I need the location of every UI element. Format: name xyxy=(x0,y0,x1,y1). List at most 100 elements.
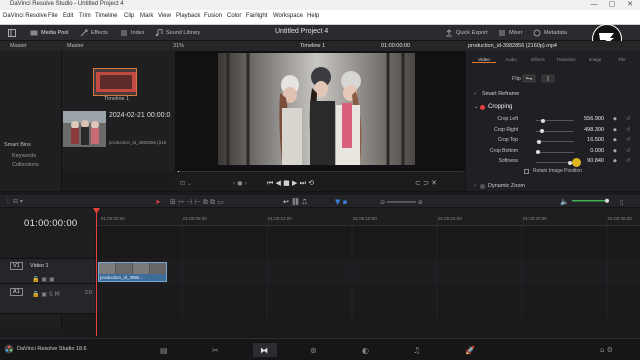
crop-row: Crop Right 498.300 ◆ ↺ xyxy=(466,127,640,136)
track-a1-controls-icon[interactable]: 🔒 ▣ S M xyxy=(32,289,72,297)
cropping-enabled-dot[interactable] xyxy=(480,105,485,110)
dynamic-zoom-dot[interactable] xyxy=(480,184,485,189)
svg-text:⊂ ⊃ ✕: ⊂ ⊃ ✕ xyxy=(415,179,437,187)
crop-row-slider-knob[interactable] xyxy=(536,150,540,154)
keyframe-icon[interactable]: ◆ xyxy=(613,127,617,133)
quick-export-button[interactable]: Quick Export xyxy=(445,28,487,38)
metadata-button[interactable]: Metadata xyxy=(533,28,567,38)
dynamic-zoom-label[interactable]: Dynamic Zoom xyxy=(488,183,525,189)
inspector-panel: Video Audio Effects Transition Image Fil… xyxy=(465,51,640,191)
menu-clip[interactable]: Clip xyxy=(124,13,134,19)
retain-checkbox[interactable] xyxy=(524,169,529,174)
crop-row-slider-knob[interactable] xyxy=(540,129,545,133)
master-header: Master xyxy=(10,43,27,49)
crop-row-label: Crop Top xyxy=(497,137,518,143)
smart-bin-keywords[interactable]: Keywords xyxy=(12,153,36,159)
crop-row-value[interactable]: 556.900 xyxy=(576,116,604,122)
crop-row-slider[interactable] xyxy=(536,129,574,133)
reset-icon[interactable]: ↺ xyxy=(626,127,630,133)
reset-icon[interactable]: ↺ xyxy=(626,158,630,164)
cropping-chevron-icon[interactable]: ⌄ xyxy=(474,104,479,110)
menu-playback[interactable]: Playback xyxy=(176,13,200,19)
tab-audio[interactable]: Audio xyxy=(499,57,523,62)
viewer-timeline-name[interactable]: Timeline 1 xyxy=(300,43,325,49)
tab-file[interactable]: File xyxy=(610,57,634,62)
effects-icon xyxy=(80,29,88,37)
track-v1-id[interactable]: V1 xyxy=(10,262,23,270)
flip-label: Flip xyxy=(512,76,521,82)
crop-row-slider-knob[interactable] xyxy=(541,118,546,123)
menu-workspace[interactable]: Workspace xyxy=(273,13,303,19)
flip-buttons-icon[interactable] xyxy=(522,74,558,83)
minimize-button[interactable]: — xyxy=(585,0,603,10)
effects-button[interactable]: Effects xyxy=(80,28,108,38)
source-clip-thumbnail[interactable] xyxy=(63,111,106,147)
v1-clip[interactable]: production_id_3982... xyxy=(98,262,167,282)
dynamic-zoom-chevron-icon[interactable]: › xyxy=(474,183,476,189)
keyframe-icon[interactable]: ◆ xyxy=(613,116,617,122)
menu-davinci-resolve[interactable]: DaVinci Resolve xyxy=(3,13,47,19)
reset-icon[interactable]: ↺ xyxy=(626,137,630,143)
crop-row-value[interactable]: 16.500 xyxy=(576,137,604,143)
smart-bin-collections[interactable]: Collections xyxy=(12,162,39,168)
crop-row-slider[interactable] xyxy=(536,150,574,154)
tab-video[interactable]: Video xyxy=(472,57,496,63)
crop-row-slider-knob[interactable] xyxy=(536,139,541,144)
svg-text:⏮ ◀ ■ ▶ ⏭ ⟲: ⏮ ◀ ■ ▶ ⏭ ⟲ xyxy=(267,179,314,187)
crop-row-value[interactable]: 498.300 xyxy=(576,127,604,133)
viewer[interactable] xyxy=(175,51,465,171)
crop-row-slider[interactable] xyxy=(536,160,574,165)
keyframe-icon[interactable]: ◆ xyxy=(613,158,617,164)
timeline-thumbnail[interactable] xyxy=(93,68,137,96)
menu-edit[interactable]: Edit xyxy=(63,13,73,19)
menu-file[interactable]: File xyxy=(48,13,58,19)
menu-fusion[interactable]: Fusion xyxy=(204,13,222,19)
cropping-label[interactable]: Cropping xyxy=(488,104,512,110)
menu-help[interactable]: Help xyxy=(307,13,319,19)
smart-reframe-label[interactable]: Smart Reframe xyxy=(482,91,519,97)
keyframe-icon[interactable]: ◆ xyxy=(613,137,617,143)
menu-color[interactable]: Color xyxy=(227,13,241,19)
track-v1-controls-icon[interactable]: 🔒 ▣ ▣ xyxy=(32,274,66,282)
index-button[interactable]: Index xyxy=(120,28,144,38)
menu-trim[interactable]: Trim xyxy=(79,13,91,19)
mixer-button[interactable]: Mixer xyxy=(498,28,522,38)
track-v1-name[interactable]: Video 1 xyxy=(30,263,49,269)
timeline-thumbnail-image xyxy=(94,69,136,95)
page-switcher-icons[interactable]: ▤ ✂ ⧓ ⊛ ◐ ♫ 🚀 xyxy=(160,343,490,357)
crop-row: Softness 90.840 ◆ ↺ xyxy=(466,158,640,167)
maximize-button[interactable]: ▢ xyxy=(603,0,621,10)
smart-reframe-chevron-icon[interactable]: › xyxy=(474,91,476,97)
svg-text:⊡ ⌄: ⊡ ⌄ xyxy=(180,180,192,187)
menu-timeline[interactable]: Timeline xyxy=(95,13,117,19)
tab-effects[interactable]: Effects xyxy=(526,57,550,62)
project-home-icons[interactable]: ⌂ ⚙ xyxy=(600,344,635,354)
crop-row-slider[interactable] xyxy=(536,139,574,144)
retain-image-position-label: Retain Image Position xyxy=(533,168,582,174)
close-button[interactable]: ✕ xyxy=(621,0,639,10)
media-pool-button[interactable]: Media Pool xyxy=(30,28,69,38)
svg-text:‹ ● ›: ‹ ● › xyxy=(233,180,247,187)
viewer-timecode: 01:00:00:00 xyxy=(381,43,411,49)
playhead[interactable] xyxy=(96,210,97,336)
crop-row-value[interactable]: 0.000 xyxy=(576,148,604,154)
layout-toggle-button[interactable] xyxy=(8,28,16,38)
menu-view[interactable]: View xyxy=(158,13,171,19)
media-pool-label: Media Pool xyxy=(41,30,69,36)
tab-transition[interactable]: Transition xyxy=(554,57,578,62)
keyframe-icon[interactable]: ◆ xyxy=(613,148,617,154)
crop-row-slider[interactable] xyxy=(536,118,574,123)
reset-icon[interactable]: ↺ xyxy=(626,148,630,154)
reset-icon[interactable]: ↺ xyxy=(626,116,630,122)
crop-row: Crop Top 16.500 ◆ ↺ xyxy=(466,137,640,146)
svg-text:⋮ ⊟ ▾: ⋮ ⊟ ▾ xyxy=(5,198,23,205)
track-a1-id[interactable]: A1 xyxy=(10,288,23,296)
crop-row-label: Softness xyxy=(498,158,518,164)
menu-mark[interactable]: Mark xyxy=(140,13,153,19)
sound-library-button[interactable]: Sound Library xyxy=(155,28,200,38)
zoom-level[interactable]: 31% xyxy=(173,43,184,49)
menu-fairlight[interactable]: Fairlight xyxy=(246,13,267,19)
timeline-area[interactable] xyxy=(95,218,640,338)
music-note-icon xyxy=(155,29,163,37)
tab-image[interactable]: Image xyxy=(583,57,607,62)
